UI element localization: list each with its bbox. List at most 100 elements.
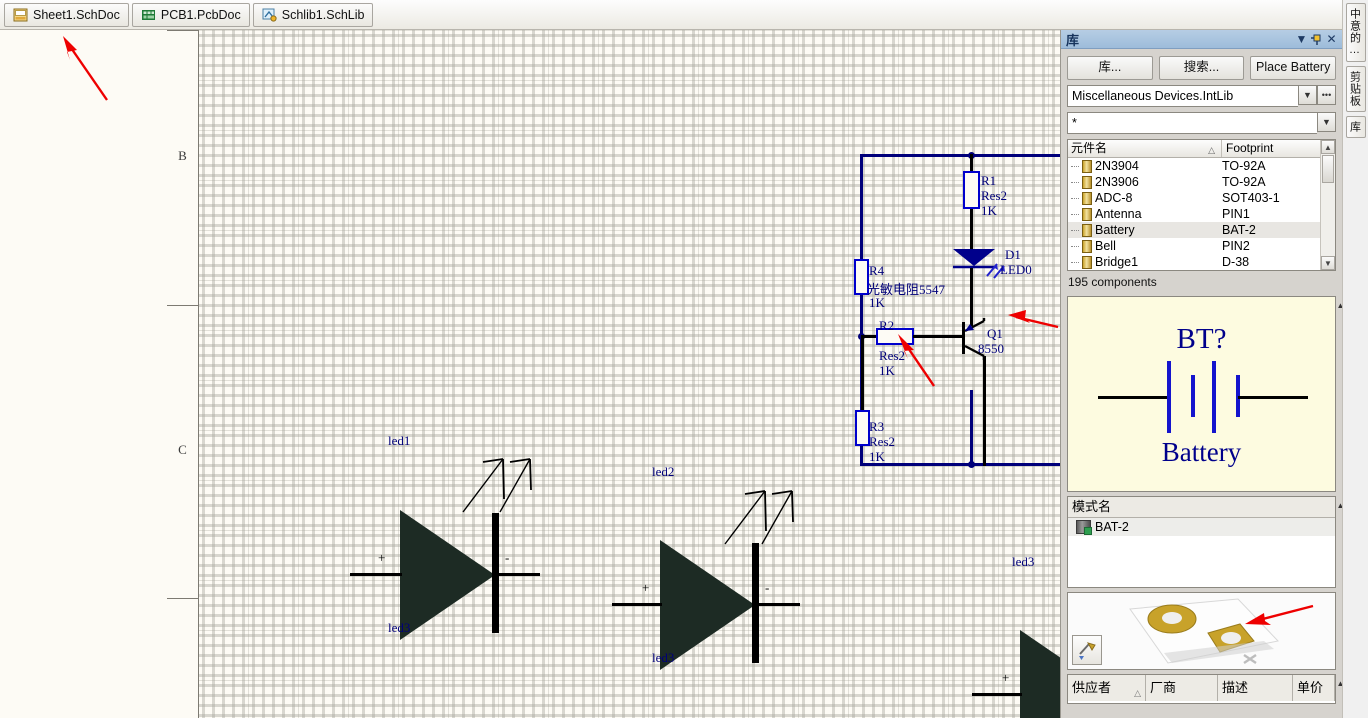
value-r3: 1K [869,449,885,464]
tab-pcb1-pcbdoc[interactable]: PCB1.PcbDoc [131,2,250,27]
pin-icon[interactable] [1309,32,1324,46]
component-name-cell: Bridge1 [1068,255,1218,269]
component-icon [1082,239,1092,253]
model-section-header: 模式名 [1068,497,1335,518]
component-list-header: 元件名 △ Footprint [1068,140,1320,158]
battery-plate-2 [1191,375,1195,417]
wire-r1-bottom [970,209,973,249]
vtab-favorites[interactable]: 中意的… [1345,3,1366,62]
canvas-grid [198,30,1060,718]
column-header-description[interactable]: 描述 [1218,675,1293,701]
chevron-down-icon[interactable]: ▼ [1317,112,1336,132]
schematic-canvas[interactable]: B C R1 Res2 1K D1 LED0 R4 光敏电阻5547 1K R2… [0,30,1060,718]
type-r3: Res2 [869,434,895,449]
component-list-item[interactable]: Bridge1 D-38 [1068,254,1320,270]
refdes-r1: R1 [981,173,997,188]
component-list-scrollbar[interactable]: ▲ ▼ [1320,140,1335,270]
component-icon [1082,255,1092,269]
led-2-bottom-label: led3 [652,650,675,665]
junction-bottom [968,461,975,468]
led-1-rays-icon [462,458,532,513]
resistor-r3[interactable] [855,410,870,446]
refdes-d1: D1 [1005,247,1021,262]
footprint-3d-view[interactable]: ▲ [1067,592,1336,670]
tree-line-icon [1071,262,1079,263]
component-filter[interactable]: * ▼ [1067,112,1336,134]
scroll-up-icon[interactable]: ▲ [1321,140,1335,154]
component-footprint-cell: PIN1 [1222,207,1250,221]
component-name-label: 2N3904 [1095,159,1139,173]
scrollbar-thumb[interactable] [1322,155,1334,183]
column-header-name[interactable]: 元件名 △ [1068,140,1222,157]
refdes-r4: R4 [869,263,885,278]
tab-sheet1-schdoc[interactable]: Sheet1.SchDoc [4,2,129,27]
led-3-anode-lead [972,693,1022,696]
tab-schlib1-schlib[interactable]: Schlib1.SchLib [252,2,374,27]
measure-tool-icon[interactable] [1072,635,1102,665]
component-list[interactable]: 2N3904 TO-92A 2N3906 TO-92A ADC-8 SOT403-1 Ant… [1068,158,1320,270]
wire-top [860,154,1060,157]
led-3-triangle [1020,630,1060,718]
scroll-down-icon[interactable]: ▼ [1321,256,1335,270]
tree-line-icon [1071,166,1079,167]
component-name-label: 2N3906 [1095,175,1139,189]
chevron-down-icon[interactable]: ▼ [1298,85,1317,105]
model-section[interactable]: 模式名 BAT-2 ▲ [1067,496,1344,588]
ellipsis-icon[interactable]: ••• [1317,85,1336,105]
search-button[interactable]: 搜索... [1158,56,1245,80]
symbol-preview[interactable]: BT? Battery ▲ [1067,296,1344,492]
type-q1: 8550 [978,341,1004,356]
column-header-footprint[interactable]: Footprint [1222,140,1320,157]
supplier-table[interactable]: 供应者 △ 厂商 描述 单价 ▲ [1067,674,1344,704]
value-r4: 1K [869,295,885,310]
model-name: BAT-2 [1095,520,1129,534]
component-icon [1082,191,1092,205]
component-list-item[interactable]: 2N3904 TO-92A [1068,158,1320,174]
filter-input[interactable]: * [1067,112,1317,134]
component-name-cell: 2N3904 [1068,159,1218,173]
zone-label-b: B [178,148,187,163]
led-2-anode-lead [612,603,662,606]
component-icon [1082,175,1092,189]
close-icon[interactable]: ✕ [1324,32,1339,46]
vtab-libraries[interactable]: 库 [1345,116,1366,138]
component-list-item[interactable]: ADC-8 SOT403-1 [1068,190,1320,206]
component-list-item[interactable]: 2N3906 TO-92A [1068,174,1320,190]
library-selector[interactable]: Miscellaneous Devices.IntLib ▼ ••• [1067,85,1336,107]
sort-ascending-icon: △ [1134,688,1141,698]
column-header-supplier[interactable]: 供应者 △ [1068,675,1146,701]
component-list-item[interactable]: Battery BAT-2 [1068,222,1320,238]
model-row[interactable]: BAT-2 [1068,518,1335,536]
led-1-minus-marker: - [505,550,510,565]
supplier-table-header: 供应者 △ 厂商 描述 单价 [1068,675,1335,701]
component-footprint-cell: PIN2 [1222,239,1250,253]
component-list-item[interactable]: Antenna PIN1 [1068,206,1320,222]
component-icon [1082,207,1092,221]
value-r2: 1K [879,363,895,378]
chevron-down-icon[interactable]: ▼ [1294,32,1309,46]
tab-label: Sheet1.SchDoc [33,7,120,22]
component-list-item[interactable]: Bell PIN2 [1068,238,1320,254]
led-2-top-label: led2 [652,464,675,479]
component-name-cell: Battery [1068,223,1218,237]
led-2-rays-icon [724,490,794,545]
component-name-label: Bell [1095,239,1116,253]
column-header-unitprice[interactable]: 单价 [1293,675,1335,701]
library-panel-title: 库 [1066,32,1080,48]
libraries-button[interactable]: 库... [1067,56,1153,80]
library-combo-value[interactable]: Miscellaneous Devices.IntLib [1067,85,1298,107]
preview-component-name: Battery [1161,437,1242,467]
vtab-clipboard[interactable]: 剪贴板 [1345,66,1366,112]
component-name-cell: Bell [1068,239,1218,253]
collapse-3dview-icon[interactable]: ▲ [1335,595,1336,607]
schematic-lib-icon [262,8,277,22]
wire-q1-emitter [983,356,986,466]
led-1-top-label: led1 [388,433,411,448]
value-r1: 1K [981,203,997,218]
place-component-button[interactable]: Place Battery [1250,56,1337,80]
preview-designator: BT? [1176,323,1227,355]
resistor-r1[interactable] [963,171,980,209]
library-panel[interactable]: 库 ▼ ✕ 库... 搜索... Place Battery Miscellan… [1060,30,1344,718]
column-header-manufacturer[interactable]: 厂商 [1146,675,1218,701]
battery-plate-3 [1212,361,1216,433]
